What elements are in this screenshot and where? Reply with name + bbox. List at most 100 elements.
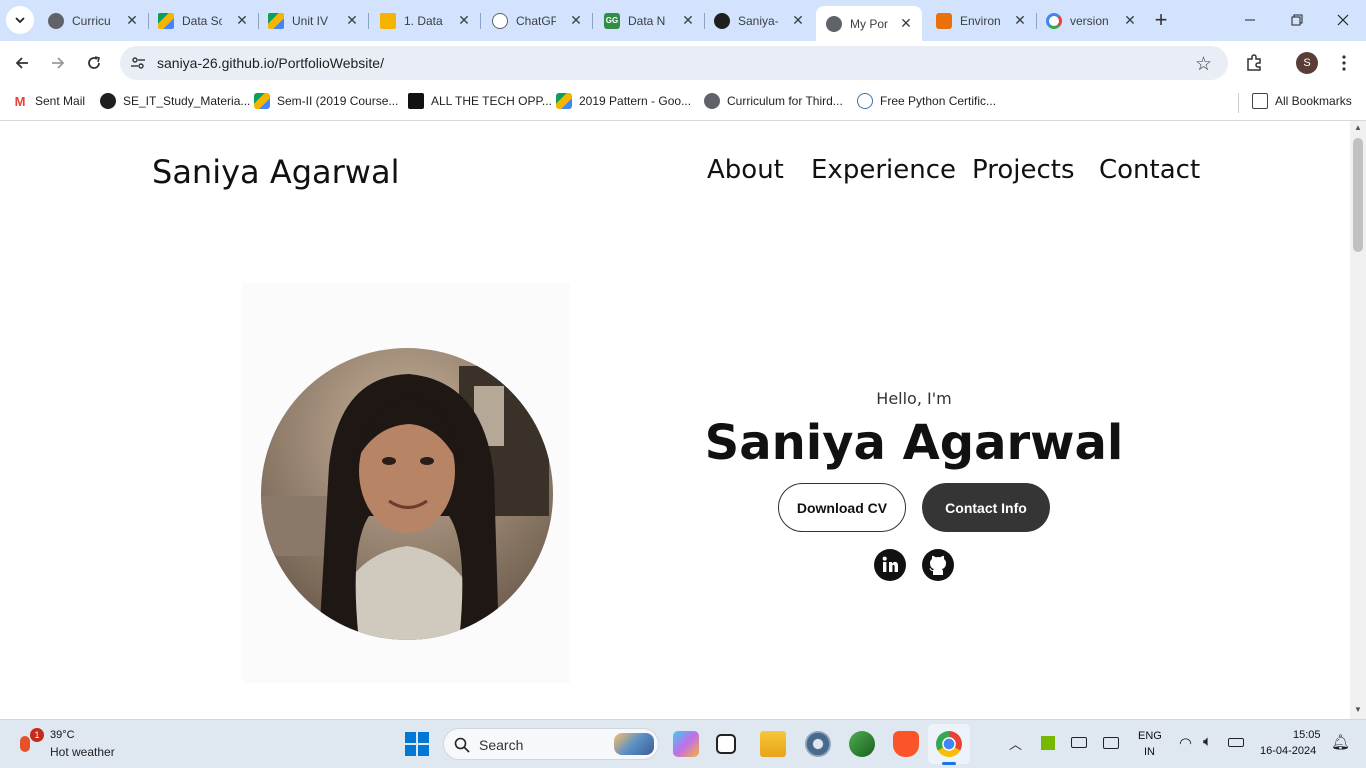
page-scrollbar[interactable]: ▲ ▼ <box>1350 121 1366 719</box>
close-icon[interactable]: ✕ <box>680 12 696 28</box>
hero-name: Saniya Agarwal <box>704 415 1124 471</box>
clock-time[interactable]: 15:05 <box>1293 729 1321 741</box>
all-bookmarks-label: All Bookmarks <box>1275 94 1352 108</box>
linkedin-icon[interactable] <box>873 548 907 582</box>
bookmark-star-icon[interactable]: ☆ <box>1195 53 1212 76</box>
bookmark-item[interactable]: M Sent Mail <box>12 93 85 109</box>
tech-icon <box>408 93 424 109</box>
tab-3[interactable]: Unit IV ✕ <box>258 6 368 35</box>
start-button[interactable] <box>405 732 429 756</box>
task-view-icon[interactable] <box>716 734 736 754</box>
restore-button[interactable] <box>1283 6 1311 34</box>
close-icon <box>1337 14 1349 26</box>
file-explorer-icon[interactable] <box>760 731 786 757</box>
minimize-button[interactable] <box>1236 6 1264 34</box>
contact-info-button[interactable]: Contact Info <box>922 483 1050 532</box>
download-cv-button[interactable]: Download CV <box>778 483 906 532</box>
close-window-button[interactable] <box>1329 6 1357 34</box>
extensions-button[interactable] <box>1240 49 1268 77</box>
all-bookmarks-button[interactable]: All Bookmarks <box>1252 93 1352 109</box>
arrow-left-icon <box>15 57 28 69</box>
tab-2[interactable]: Data Sc ✕ <box>148 6 258 35</box>
tab-6[interactable]: GG Data N ✕ <box>594 6 704 35</box>
chatgpt-icon <box>492 12 508 29</box>
nav-about[interactable]: About <box>707 155 784 185</box>
scroll-up-icon[interactable]: ▲ <box>1354 123 1362 132</box>
tab-5[interactable]: ChatGP ✕ <box>482 6 592 35</box>
bookmark-item[interactable]: Curriculum for Third... <box>704 93 843 109</box>
clock-date[interactable]: 16-04-2024 <box>1260 745 1316 757</box>
volume-icon[interactable]: 🔈︎ <box>1203 733 1212 750</box>
drive-icon <box>268 12 284 29</box>
close-icon[interactable]: ✕ <box>124 12 140 28</box>
site-info-icon[interactable] <box>130 55 146 71</box>
webpage: Saniya Agarwal About Experience Projects… <box>0 121 1350 719</box>
settings-icon[interactable] <box>805 731 831 757</box>
browser-toolbar: saniya-26.github.io/PortfolioWebsite/ ☆ … <box>0 41 1366 85</box>
nav-projects[interactable]: Projects <box>972 155 1075 185</box>
close-icon[interactable]: ✕ <box>1012 12 1028 28</box>
bookmarks-bar: M Sent Mail SE_IT_Study_Materia... Sem-I… <box>0 85 1366 121</box>
profile-photo-container <box>242 283 570 683</box>
globe-icon <box>704 93 720 109</box>
scroll-thumb[interactable] <box>1353 138 1363 252</box>
drive-icon <box>556 93 572 109</box>
close-icon[interactable]: ✕ <box>568 12 584 28</box>
address-bar[interactable]: saniya-26.github.io/PortfolioWebsite/ ☆ <box>120 46 1228 80</box>
notification-bell-icon[interactable]: 🔔︎ <box>1331 733 1350 751</box>
brave-icon[interactable] <box>893 731 919 757</box>
battery-icon[interactable] <box>1228 738 1244 747</box>
tab-8-active[interactable]: My Por ✕ <box>816 6 922 41</box>
scroll-down-icon[interactable]: ▼ <box>1354 705 1362 714</box>
url-text[interactable]: saniya-26.github.io/PortfolioWebsite/ <box>157 55 384 71</box>
menu-button[interactable] <box>1330 49 1358 77</box>
new-tab-button[interactable]: + <box>1147 6 1175 34</box>
forward-button[interactable] <box>44 49 72 77</box>
close-icon[interactable]: ✕ <box>234 12 250 28</box>
tab-4[interactable]: 1. Data ✕ <box>370 6 480 35</box>
windows-taskbar: 1 39°C Hot weather Search ︿ ENG IN ◠ 🔈︎ … <box>0 719 1366 768</box>
close-icon[interactable]: ✕ <box>898 15 914 31</box>
tab-divider <box>480 13 481 29</box>
chrome-icon[interactable] <box>936 731 962 757</box>
display-icon[interactable] <box>1103 737 1119 749</box>
bookmark-item[interactable]: 2019 Pattern - Goo... <box>556 93 691 109</box>
weather-widget[interactable]: 1 39°C Hot weather <box>18 728 138 762</box>
bookmark-label: Curriculum for Third... <box>727 94 843 108</box>
nav-experience[interactable]: Experience <box>811 155 956 185</box>
tab-title: Unit IV <box>292 13 329 28</box>
wifi-icon[interactable]: ◠ <box>1179 734 1192 752</box>
tab-title: 1. Data <box>404 13 443 28</box>
taskbar-search[interactable]: Search <box>443 728 659 760</box>
weather-temp: 39°C <box>50 729 75 741</box>
bookmark-item[interactable]: ALL THE TECH OPP... <box>408 93 552 109</box>
tab-9[interactable]: Environ ✕ <box>926 6 1036 35</box>
chevron-up-icon[interactable]: ︿ <box>1009 734 1022 753</box>
github-icon[interactable] <box>921 548 955 582</box>
tab-7[interactable]: Saniya- ✕ <box>704 6 814 35</box>
lang-top[interactable]: ENG <box>1138 730 1162 742</box>
profile-avatar[interactable]: S <box>1296 52 1318 74</box>
nav-contact[interactable]: Contact <box>1099 155 1200 185</box>
site-brand[interactable]: Saniya Agarwal <box>152 153 399 191</box>
slides-icon <box>380 12 396 29</box>
folder-icon <box>1252 93 1268 109</box>
bookmark-item[interactable]: SE_IT_Study_Materia... <box>100 93 250 109</box>
snipping-icon[interactable] <box>849 731 875 757</box>
lang-bottom[interactable]: IN <box>1144 746 1155 758</box>
close-icon[interactable]: ✕ <box>790 12 806 28</box>
drive-icon <box>158 12 174 29</box>
tab-10[interactable]: version ✕ <box>1036 6 1146 35</box>
close-icon[interactable]: ✕ <box>1122 12 1138 28</box>
close-icon[interactable]: ✕ <box>456 12 472 28</box>
bookmark-item[interactable]: Sem-II (2019 Course... <box>254 93 398 109</box>
close-icon[interactable]: ✕ <box>344 12 360 28</box>
tab-1[interactable]: Curricu ✕ <box>38 6 148 35</box>
keyboard-icon[interactable] <box>1071 737 1087 748</box>
nvidia-icon[interactable] <box>1041 736 1055 750</box>
bookmark-item[interactable]: Free Python Certific... <box>857 93 996 109</box>
copilot-icon[interactable] <box>673 731 699 757</box>
tab-search-button[interactable] <box>6 6 34 34</box>
reload-button[interactable] <box>80 49 108 77</box>
back-button[interactable] <box>8 49 36 77</box>
